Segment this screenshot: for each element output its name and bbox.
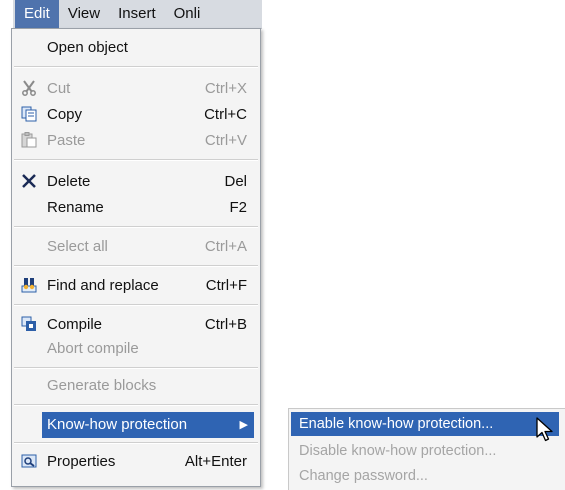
binoculars-icon	[20, 276, 38, 294]
submenu-item-disable-protection[interactable]: Disable know-how protection...	[289, 439, 565, 463]
menu-item-know-how-protection[interactable]: Know-how protection ▶	[42, 412, 254, 438]
know-how-submenu: Enable know-how protection... Disable kn…	[288, 408, 565, 490]
edit-dropdown-menu: Open object Cut Ctrl+X Copy Ctrl+C Paste…	[11, 28, 261, 487]
menu-item-label: Know-how protection	[47, 416, 188, 433]
menu-separator	[14, 66, 258, 68]
scissors-icon	[20, 79, 38, 97]
menu-item-label: Open object	[47, 39, 128, 56]
shortcut-label: F2	[229, 199, 247, 216]
shortcut-label: Ctrl+A	[204, 238, 247, 255]
menu-item-label: Paste	[47, 132, 86, 149]
mouse-pointer-icon	[536, 417, 554, 447]
menu-separator	[14, 367, 258, 369]
menu-item-label: Generate blocks	[47, 377, 157, 394]
menu-item-label: Select all	[47, 238, 108, 255]
menu-item-label: Compile	[47, 316, 103, 333]
shortcut-label: Alt+Enter	[184, 453, 247, 470]
menu-item-label: Copy	[47, 106, 83, 123]
menu-item-label: Rename	[47, 199, 104, 216]
menu-separator	[14, 304, 258, 306]
shortcut-label: Ctrl+C	[204, 106, 247, 123]
menu-item-delete[interactable]: Delete Del	[12, 169, 260, 195]
menu-item-abort-compile[interactable]: Abort compile	[12, 336, 260, 362]
menu-item-label: Properties	[47, 453, 116, 470]
submenu-item-enable-protection[interactable]: Enable know-how protection...	[291, 412, 559, 436]
menu-separator	[14, 442, 258, 444]
menu-item-label: Delete	[47, 173, 91, 190]
menu-item-cut[interactable]: Cut Ctrl+X	[12, 76, 260, 102]
menu-item-find-replace[interactable]: Find and replace Ctrl+F	[12, 273, 260, 299]
paste-icon	[20, 131, 38, 149]
shortcut-label: Ctrl+X	[204, 80, 247, 97]
menu-item-label: Abort compile	[47, 340, 139, 357]
menu-item-paste[interactable]: Paste Ctrl+V	[12, 128, 260, 154]
properties-icon	[20, 452, 38, 470]
menu-item-compile[interactable]: Compile Ctrl+B	[12, 312, 260, 338]
submenu-item-label: Enable know-how protection...	[299, 416, 494, 432]
chevron-right-icon: ▶	[239, 419, 248, 431]
menu-separator	[14, 159, 258, 161]
menu-separator	[14, 226, 258, 228]
shortcut-label: Ctrl+F	[205, 277, 247, 294]
menu-item-label: Find and replace	[47, 277, 159, 294]
menu-view[interactable]: View	[59, 0, 109, 28]
menu-online[interactable]: Onli	[165, 0, 210, 28]
menu-item-rename[interactable]: Rename F2	[12, 195, 260, 221]
menu-item-select-all[interactable]: Select all Ctrl+A	[12, 234, 260, 260]
delete-x-icon	[20, 172, 38, 190]
menu-edit[interactable]: Edit	[15, 0, 59, 28]
shortcut-label: Ctrl+V	[204, 132, 247, 149]
submenu-item-change-password[interactable]: Change password...	[289, 464, 565, 488]
compile-icon	[20, 315, 38, 333]
menu-separator	[14, 404, 258, 406]
submenu-item-label: Change password...	[299, 468, 428, 484]
shortcut-label: Ctrl+B	[204, 316, 247, 333]
menu-item-open-object[interactable]: Open object	[12, 35, 260, 61]
menu-item-properties[interactable]: Properties Alt+Enter	[12, 449, 260, 475]
copy-icon	[20, 105, 38, 123]
menu-item-copy[interactable]: Copy Ctrl+C	[12, 102, 260, 128]
shortcut-label: Del	[224, 173, 247, 190]
menu-separator	[14, 265, 258, 267]
menu-bar: Edit View Insert Onli	[13, 0, 262, 29]
menu-item-generate-blocks[interactable]: Generate blocks	[12, 373, 260, 399]
menu-insert[interactable]: Insert	[109, 0, 165, 28]
submenu-item-label: Disable know-how protection...	[299, 443, 497, 459]
menu-item-label: Cut	[47, 80, 71, 97]
